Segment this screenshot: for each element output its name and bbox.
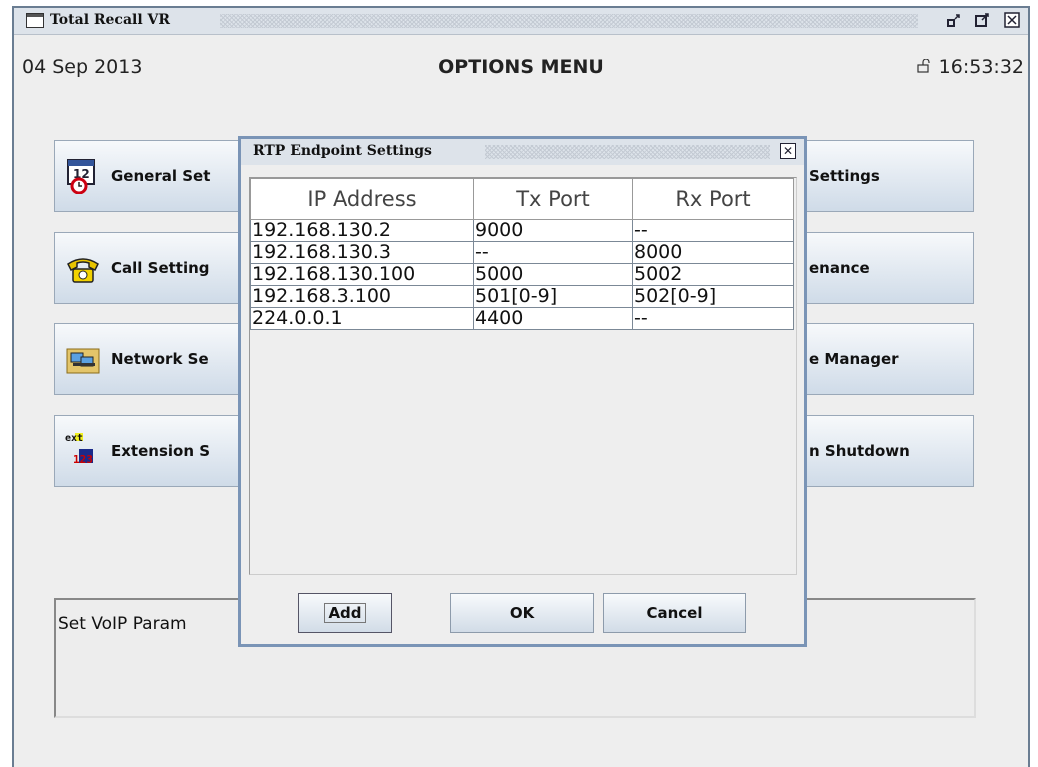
file-manager-button[interactable]: e Manager: [790, 323, 974, 395]
file-manager-label: e Manager: [809, 350, 899, 368]
settings-label: Settings: [809, 167, 880, 185]
add-button-label: Add: [324, 603, 366, 623]
page-title: OPTIONS MENU: [438, 56, 604, 78]
telephone-icon: [65, 250, 101, 286]
table-header-row: IP Address Tx Port Rx Port: [250, 178, 794, 220]
ip-cell[interactable]: 192.168.130.3: [250, 241, 474, 264]
rx-port-cell[interactable]: 5002: [632, 263, 794, 286]
network-computer-icon: [65, 341, 101, 377]
dialog-title: RTP Endpoint Settings: [253, 143, 432, 159]
endpoint-table-area: IP Address Tx Port Rx Port 192.168.130.2…: [249, 177, 797, 575]
tx-port-cell[interactable]: 501[0-9]: [473, 285, 633, 308]
call-settings-label: Call Setting: [111, 259, 210, 277]
tx-port-cell[interactable]: 9000: [473, 219, 633, 242]
ip-cell[interactable]: 192.168.130.100: [250, 263, 474, 286]
ip-cell[interactable]: 192.168.130.2: [250, 219, 474, 242]
tx-port-cell[interactable]: 5000: [473, 263, 633, 286]
minimize-icon[interactable]: [946, 12, 962, 28]
network-settings-label: Network Se: [111, 350, 209, 368]
rx-port-cell[interactable]: --: [632, 307, 794, 330]
window-title: Total Recall VR: [50, 12, 171, 28]
lock-icon[interactable]: [916, 58, 937, 77]
maintenance-button[interactable]: enance: [790, 232, 974, 304]
column-header-ip-address[interactable]: IP Address: [250, 178, 474, 220]
rx-port-cell[interactable]: 502[0-9]: [632, 285, 794, 308]
settings-button[interactable]: Settings: [790, 140, 974, 212]
ip-cell[interactable]: 224.0.0.1: [250, 307, 474, 330]
rx-port-cell[interactable]: --: [632, 219, 794, 242]
dialog-close-icon[interactable]: ✕: [780, 143, 796, 159]
add-button[interactable]: Add: [298, 593, 392, 633]
tx-port-cell[interactable]: 4400: [473, 307, 633, 330]
ip-cell[interactable]: 192.168.3.100: [250, 285, 474, 308]
window-icon: [26, 13, 44, 28]
maintenance-label: enance: [809, 259, 870, 277]
current-time: 16:53:32: [938, 56, 1024, 78]
system-shutdown-label: n Shutdown: [809, 442, 910, 460]
general-settings-label: General Set: [111, 167, 211, 185]
endpoint-table: IP Address Tx Port Rx Port 192.168.130.2…: [250, 178, 794, 330]
tx-port-cell[interactable]: --: [473, 241, 633, 264]
dialog-title-grip: [485, 145, 770, 159]
column-header-tx-port[interactable]: Tx Port: [473, 178, 633, 220]
table-row[interactable]: 192.168.130.100 5000 5002: [250, 263, 794, 286]
cancel-button[interactable]: Cancel: [603, 593, 746, 633]
maximize-icon[interactable]: [974, 12, 990, 28]
clock: 16:53:32: [916, 56, 1024, 78]
extension-settings-label: Extension S: [111, 442, 211, 460]
title-bar: Total Recall VR: [14, 8, 1028, 35]
ok-button[interactable]: OK: [450, 593, 594, 633]
column-header-rx-port[interactable]: Rx Port: [632, 178, 794, 220]
description-text: Set VoIP Param: [58, 614, 187, 634]
ext-icon-bottom-text: 123: [73, 453, 93, 466]
table-row[interactable]: 224.0.0.1 4400 --: [250, 307, 794, 330]
title-bar-grip: [220, 14, 918, 28]
rtp-endpoint-dialog: RTP Endpoint Settings ✕ IP Address Tx Po…: [238, 136, 807, 647]
rx-port-cell[interactable]: 8000: [632, 241, 794, 264]
table-row[interactable]: 192.168.130.2 9000 --: [250, 219, 794, 242]
table-row[interactable]: 192.168.3.100 501[0-9] 502[0-9]: [250, 285, 794, 308]
close-icon[interactable]: [1004, 12, 1020, 28]
calendar-clock-icon: 12: [65, 158, 101, 195]
dialog-title-bar: RTP Endpoint Settings ✕: [241, 139, 804, 165]
system-shutdown-button[interactable]: n Shutdown: [790, 415, 974, 487]
table-row[interactable]: 192.168.130.3 -- 8000: [250, 241, 794, 264]
extension-icon: ext 123: [65, 433, 101, 469]
ext-icon-top-text: ext: [65, 433, 83, 444]
